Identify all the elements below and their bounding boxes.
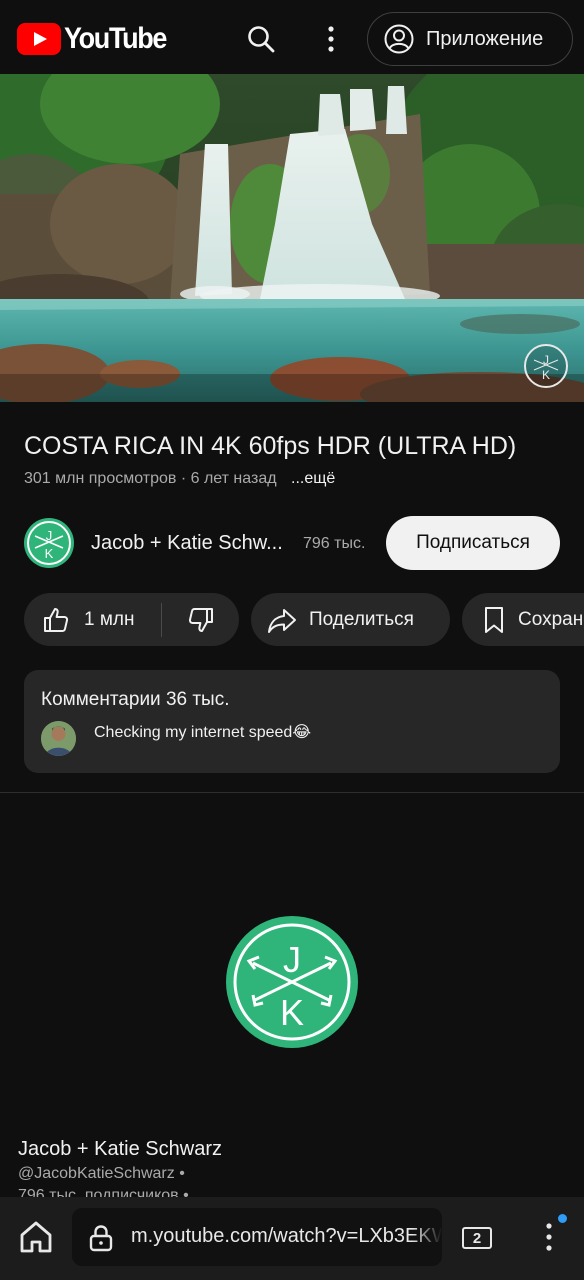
channel-card-name[interactable]: Jacob + Katie Schwarz <box>18 1138 222 1161</box>
thumb-up-icon <box>44 607 69 632</box>
open-app-button[interactable]: Приложение <box>367 12 573 66</box>
section-divider <box>0 792 584 793</box>
account-circle-icon <box>384 24 414 54</box>
bookmark-icon <box>485 606 503 633</box>
dislike-button[interactable] <box>162 593 239 646</box>
url-text: m.youtube.com/watch?v=LXb3EKWsInQ <box>131 1225 442 1247</box>
svg-text:K: K <box>542 368 550 382</box>
video-player[interactable]: J K <box>0 74 584 402</box>
browser-toolbar: m.youtube.com/watch?v=LXb3EKWsInQ 2 <box>0 1197 584 1280</box>
channel-row: J K Jacob + Katie Schw... 796 тыс. Подпи… <box>24 516 584 572</box>
upload-age: 6 лет назад <box>190 470 277 487</box>
action-bar: 1 млн Поделиться Сохранить <box>0 593 584 647</box>
svg-text:K: K <box>45 546 54 561</box>
share-label: Поделиться <box>309 608 414 630</box>
video-thumbnail-waterfall <box>0 74 584 402</box>
lock-icon <box>89 1225 113 1252</box>
browser-home-button[interactable] <box>14 1217 58 1257</box>
save-label: Сохранить <box>518 608 584 630</box>
commenter-avatar <box>41 721 76 756</box>
youtube-logo-icon <box>17 23 61 55</box>
subscribe-button[interactable]: Подписаться <box>386 516 560 570</box>
top-comment-text: Checking my internet speed😂 <box>94 724 312 741</box>
more-vert-icon <box>328 26 334 52</box>
logo-text: YouTube <box>64 22 167 55</box>
search-button[interactable] <box>240 18 282 60</box>
channel-subscriber-count: 796 тыс. <box>303 535 366 552</box>
address-bar[interactable]: m.youtube.com/watch?v=LXb3EKWsInQ <box>72 1208 442 1266</box>
like-dislike-group: 1 млн <box>24 593 239 646</box>
home-icon <box>20 1221 52 1253</box>
like-count: 1 млн <box>84 608 135 630</box>
comments-teaser[interactable]: Комментарии 36 тыс. Checking my internet… <box>24 670 560 773</box>
save-button[interactable]: Сохранить <box>462 593 584 646</box>
youtube-logo[interactable]: YouTube <box>17 22 177 56</box>
browser-menu-button[interactable] <box>534 1217 564 1257</box>
share-icon <box>268 608 296 633</box>
meta-separator: · <box>176 470 191 487</box>
url-fade <box>412 1208 442 1266</box>
comments-title: Комментарии 36 тыс. <box>41 689 230 710</box>
share-button[interactable]: Поделиться <box>251 593 450 646</box>
svg-text:J: J <box>283 939 301 980</box>
video-meta[interactable]: 301 млн просмотров · 6 лет назад ...ещё <box>24 470 335 488</box>
channel-card-subscribers: 796 тыс. подписчиков • <box>18 1187 189 1197</box>
channel-watermark-icon[interactable]: J K <box>524 344 568 388</box>
channel-card-handle: @JacobKatieSchwarz • <box>18 1165 185 1182</box>
more-options-button[interactable] <box>314 18 348 60</box>
more-vert-icon <box>546 1223 552 1251</box>
open-app-label: Приложение <box>426 27 544 50</box>
show-more-link[interactable]: ...ещё <box>291 470 335 487</box>
search-icon <box>248 26 275 53</box>
channel-avatar[interactable]: J K <box>24 518 74 568</box>
like-button[interactable]: 1 млн <box>24 593 161 646</box>
channel-name[interactable]: Jacob + Katie Schw... <box>91 532 291 555</box>
tab-switcher-button[interactable]: 2 <box>462 1227 492 1249</box>
channel-banner-logo[interactable]: J K <box>225 915 359 1049</box>
video-title[interactable]: COSTA RICA IN 4K 60fps HDR (ULTRA HD) <box>24 430 564 462</box>
top-app-bar: YouTube Приложение <box>0 0 584 76</box>
view-count: 301 млн просмотров <box>24 470 177 487</box>
update-notification-dot <box>558 1214 567 1223</box>
thumb-down-icon <box>188 607 213 632</box>
svg-text:K: K <box>280 992 304 1033</box>
